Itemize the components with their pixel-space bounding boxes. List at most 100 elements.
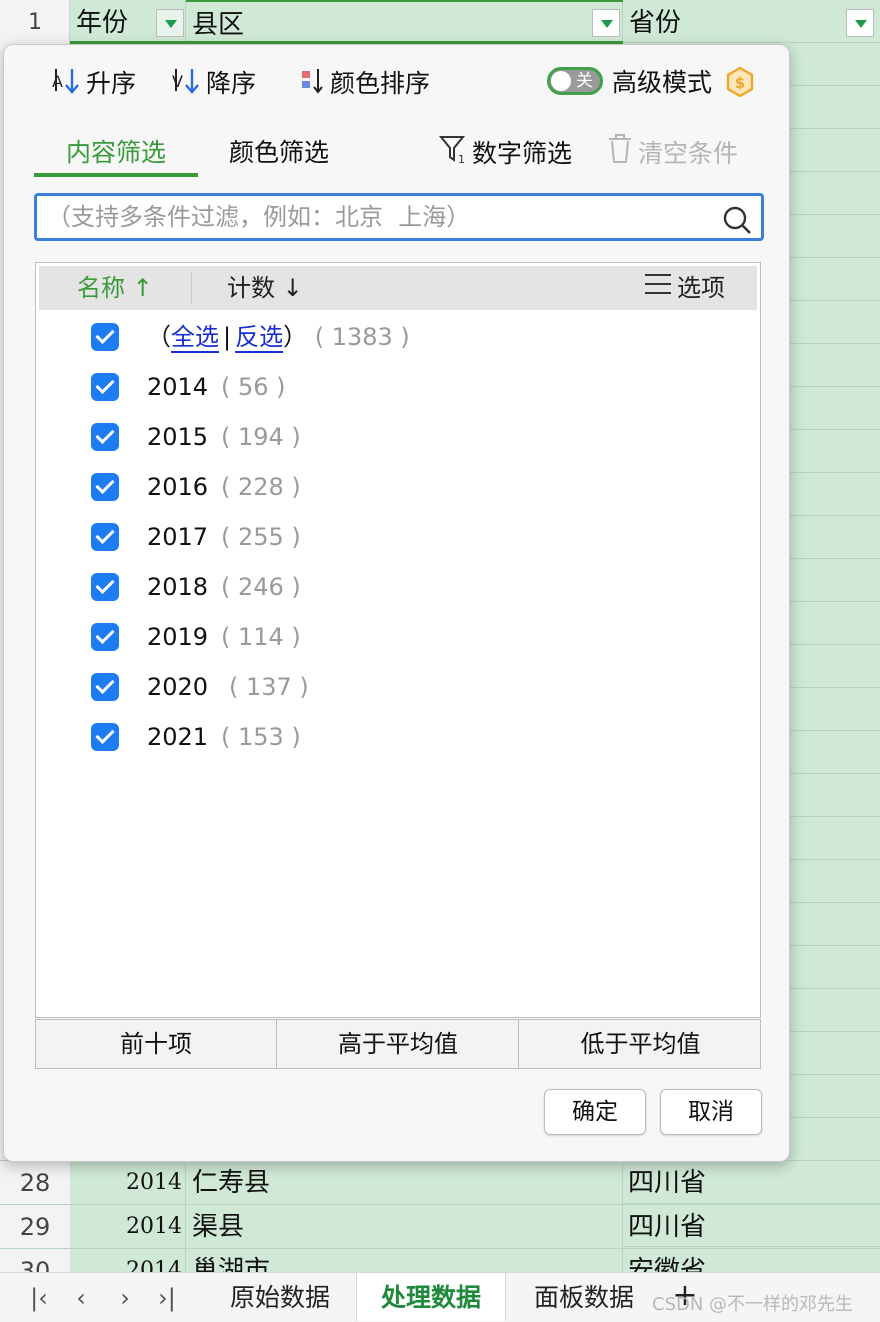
filter-dropdown-county[interactable] bbox=[592, 9, 620, 37]
cell-county[interactable]: 渠县 bbox=[192, 1205, 244, 1249]
ok-button[interactable]: 确定 bbox=[544, 1089, 646, 1135]
header-cell-province[interactable]: 省份 bbox=[623, 0, 880, 44]
options-label: 选项 bbox=[677, 274, 725, 302]
table-row[interactable]: 30 2014 巢湖市 安徽省 bbox=[0, 1248, 880, 1272]
svg-text:V: V bbox=[172, 72, 183, 91]
cell-province[interactable]: 四川省 bbox=[628, 1161, 706, 1205]
list-header: 名称 ↑ 计数 ↓ 选项 bbox=[39, 266, 757, 310]
cell-year[interactable]: 2014 bbox=[70, 1161, 182, 1205]
number-filter-button[interactable]: 1 数字筛选 bbox=[438, 133, 572, 177]
item-label: 2021 bbox=[147, 723, 209, 751]
item-checkbox[interactable] bbox=[91, 723, 119, 751]
name-sort-arrow-icon: ↑ bbox=[132, 274, 153, 302]
separator: | bbox=[223, 323, 232, 351]
filter-dropdown-province[interactable] bbox=[846, 9, 874, 37]
sort-ascending-button[interactable]: A 升序 bbox=[50, 65, 136, 101]
sort-descending-button[interactable]: V 降序 bbox=[170, 65, 256, 101]
column-divider bbox=[191, 272, 192, 304]
cell-year[interactable]: 2014 bbox=[70, 1249, 182, 1272]
count-header-label: 计数 bbox=[227, 274, 275, 302]
cell-county[interactable]: 仁寿县 bbox=[192, 1161, 270, 1205]
header-cell-county[interactable]: 县区 bbox=[186, 0, 623, 44]
cell-province[interactable]: 四川省 bbox=[628, 1205, 706, 1249]
color-sort-icon bbox=[300, 65, 326, 105]
checkbox-select-all[interactable] bbox=[91, 323, 119, 351]
funnel-icon: 1 bbox=[438, 133, 468, 177]
item-label: 2018 bbox=[147, 573, 209, 601]
last-sheet-button[interactable]: ›| bbox=[152, 1283, 182, 1313]
top-ten-button[interactable]: 前十项 bbox=[36, 1020, 277, 1068]
name-header-label: 名称 bbox=[77, 274, 125, 302]
item-checkbox[interactable] bbox=[91, 523, 119, 551]
row-number: 29 bbox=[0, 1205, 70, 1249]
row-number: 30 bbox=[0, 1249, 70, 1272]
color-sort-button[interactable]: 颜色排序 bbox=[300, 65, 430, 101]
svg-text:$: $ bbox=[735, 74, 745, 92]
sheet-tab-raw-data[interactable]: 原始数据 bbox=[208, 1273, 352, 1321]
sheet-tab-processed-data[interactable]: 处理数据 bbox=[356, 1273, 506, 1321]
above-average-button[interactable]: 高于平均值 bbox=[278, 1020, 519, 1068]
cell-county[interactable]: 巢湖市 bbox=[192, 1249, 270, 1272]
item-label: 2016 bbox=[147, 473, 209, 501]
item-count: ( 153 ) bbox=[221, 723, 301, 751]
item-count: ( 255 ) bbox=[221, 523, 301, 551]
item-count: ( 56 ) bbox=[221, 373, 286, 401]
premium-badge-icon: $ bbox=[726, 66, 754, 98]
item-label: 2019 bbox=[147, 623, 209, 651]
cell-province[interactable]: 安徽省 bbox=[628, 1249, 706, 1272]
clear-conditions-button[interactable]: 清空条件 bbox=[606, 133, 738, 177]
svg-text:A: A bbox=[52, 72, 63, 91]
search-icon[interactable] bbox=[721, 204, 753, 240]
sheet-tab-panel-data[interactable]: 面板数据 bbox=[512, 1273, 656, 1321]
total-count: ( 1383 ) bbox=[314, 323, 410, 351]
item-checkbox[interactable] bbox=[91, 573, 119, 601]
count-sort-arrow-icon: ↓ bbox=[282, 274, 303, 302]
sort-descending-label: 降序 bbox=[206, 69, 257, 98]
paren-open: （ bbox=[147, 323, 171, 351]
sort-by-count-header[interactable]: 计数 ↓ bbox=[227, 266, 303, 310]
menu-icon bbox=[643, 267, 673, 311]
table-row[interactable]: 29 2014 渠县 四川省 bbox=[0, 1204, 880, 1249]
select-all-link[interactable]: 全选 bbox=[171, 323, 219, 351]
number-filter-label: 数字筛选 bbox=[472, 139, 573, 168]
quick-filter-bar: 前十项 高于平均值 低于平均值 bbox=[35, 1019, 761, 1069]
filter-popup: A 升序 V 降序 颜色排序 关 高级模式 $ 内容筛选 颜色筛选 1 数字筛选… bbox=[3, 44, 790, 1162]
trash-icon bbox=[606, 133, 634, 177]
advanced-mode-toggle[interactable]: 关 bbox=[547, 67, 603, 95]
sort-by-name-header[interactable]: 名称 ↑ bbox=[77, 266, 153, 310]
item-checkbox[interactable] bbox=[91, 373, 119, 401]
search-input[interactable] bbox=[47, 200, 707, 234]
filter-dropdown-year[interactable] bbox=[156, 9, 184, 37]
below-average-button[interactable]: 低于平均值 bbox=[520, 1020, 761, 1068]
select-all-label: （全选 | 反选） ( 1383 ) bbox=[147, 317, 410, 357]
row-number: 1 bbox=[28, 10, 42, 35]
table-row[interactable]: 28 2014 仁寿县 四川省 bbox=[0, 1160, 880, 1205]
first-sheet-button[interactable]: |‹ bbox=[24, 1283, 54, 1313]
cell-year[interactable]: 2014 bbox=[70, 1205, 182, 1249]
item-checkbox[interactable] bbox=[91, 673, 119, 701]
toggle-knob bbox=[551, 71, 571, 91]
sort-desc-icon: V bbox=[170, 65, 202, 105]
tab-color-filter[interactable]: 颜色筛选 bbox=[214, 133, 344, 177]
search-box bbox=[34, 193, 764, 241]
tab-content-filter[interactable]: 内容筛选 bbox=[34, 133, 198, 177]
sort-asc-icon: A bbox=[50, 65, 82, 105]
item-count: ( 246 ) bbox=[221, 573, 301, 601]
cancel-button[interactable]: 取消 bbox=[660, 1089, 762, 1135]
options-menu-button[interactable]: 选项 bbox=[643, 266, 725, 311]
item-checkbox[interactable] bbox=[91, 623, 119, 651]
next-sheet-button[interactable]: › bbox=[110, 1283, 140, 1313]
header-row: 1 年份 县区 省份 bbox=[0, 0, 880, 44]
prev-sheet-button[interactable]: ‹ bbox=[66, 1283, 96, 1313]
item-label: 2014 bbox=[147, 373, 209, 401]
invert-selection-link[interactable]: 反选 bbox=[235, 323, 283, 351]
clear-conditions-label: 清空条件 bbox=[638, 139, 739, 168]
advanced-mode-label: 高级模式 bbox=[612, 68, 713, 97]
row-number: 28 bbox=[0, 1161, 70, 1205]
sort-ascending-label: 升序 bbox=[86, 69, 137, 98]
item-checkbox[interactable] bbox=[91, 423, 119, 451]
toggle-state-label: 关 bbox=[576, 71, 593, 91]
item-checkbox[interactable] bbox=[91, 473, 119, 501]
svg-text:1: 1 bbox=[458, 153, 465, 165]
item-count: ( 137 ) bbox=[229, 673, 309, 701]
